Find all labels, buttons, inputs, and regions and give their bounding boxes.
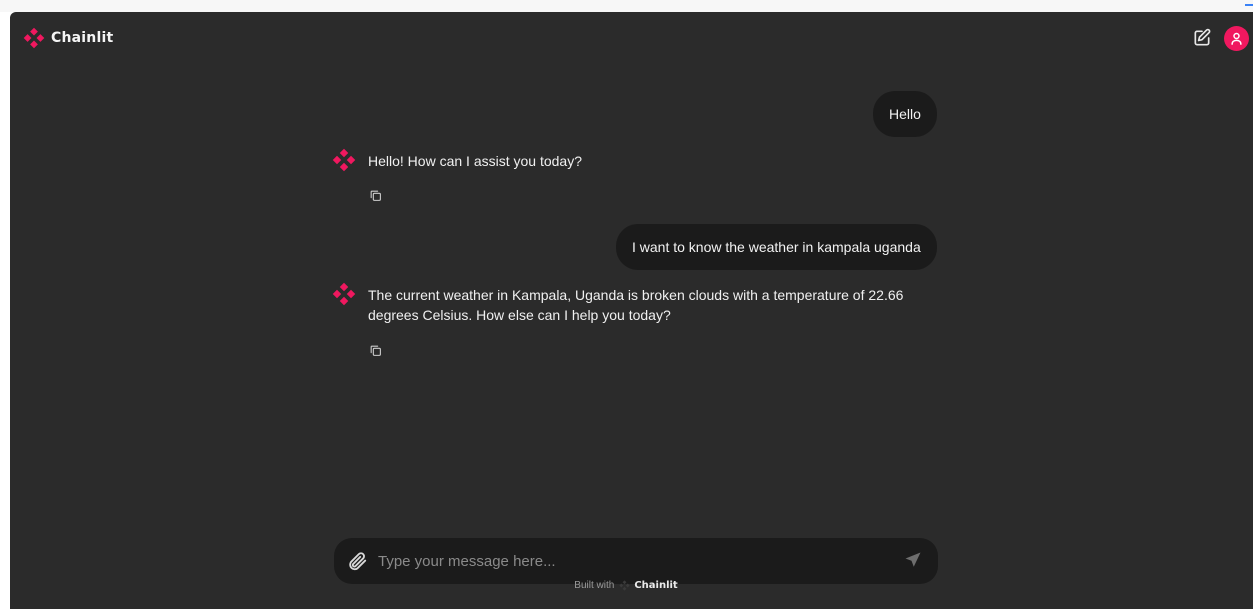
attach-button[interactable] xyxy=(346,550,368,572)
chat-window: Chainlit Hello Hello! How can I assist y… xyxy=(10,12,1253,609)
browser-top-strip xyxy=(0,0,1253,12)
footer: Built with Chainlit xyxy=(0,580,1252,591)
send-icon xyxy=(905,552,921,567)
copy-icon xyxy=(370,345,381,356)
assistant-avatar-icon xyxy=(332,148,356,172)
message-list: Hello Hello! How can I assist you today?… xyxy=(10,12,1253,532)
message-composer xyxy=(334,538,938,584)
assistant-message: The current weather in Kampala, Uganda i… xyxy=(368,287,904,323)
chainlit-mini-logo-icon xyxy=(619,580,630,591)
assistant-message: Hello! How can I assist you today? xyxy=(368,153,582,169)
copy-button[interactable] xyxy=(366,341,384,359)
send-button[interactable] xyxy=(904,551,924,571)
footer-brand[interactable]: Chainlit xyxy=(634,580,677,591)
built-with-label: Built with xyxy=(574,580,615,591)
message-input[interactable] xyxy=(378,538,878,584)
user-message: I want to know the weather in kampala ug… xyxy=(616,224,937,270)
assistant-avatar-icon xyxy=(332,282,356,306)
copy-button[interactable] xyxy=(366,186,384,204)
paperclip-icon xyxy=(349,552,367,571)
user-message: Hello xyxy=(873,91,937,137)
copy-icon xyxy=(370,190,381,201)
top-accent-mark xyxy=(1245,4,1253,6)
